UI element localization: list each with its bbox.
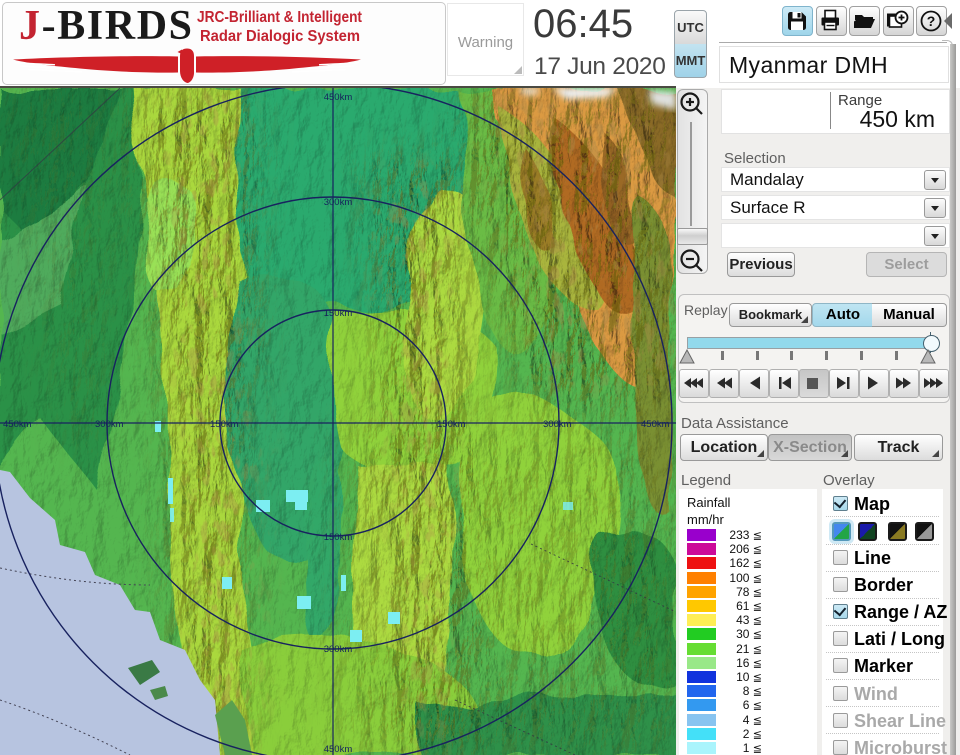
svg-text:300km: 300km — [324, 197, 353, 208]
svg-text:450km: 450km — [324, 744, 353, 755]
svg-text:Radar Dialogic System: Radar Dialogic System — [200, 28, 360, 45]
svg-text:JRC-Brilliant & Intelligent: JRC-Brilliant & Intelligent — [197, 9, 363, 26]
svg-text:300km: 300km — [324, 644, 353, 655]
svg-text:450km: 450km — [641, 419, 670, 430]
svg-text:450km: 450km — [3, 419, 32, 430]
svg-text:J-BIRDS: J-BIRDS — [19, 3, 192, 49]
svg-text:300km: 300km — [95, 419, 124, 430]
svg-text:450km: 450km — [324, 92, 353, 103]
svg-text:150km: 150km — [324, 532, 353, 543]
svg-text:300km: 300km — [543, 419, 572, 430]
svg-text:150km: 150km — [210, 419, 239, 430]
svg-text:150km: 150km — [324, 308, 353, 319]
svg-text:?: ? — [927, 13, 936, 29]
svg-text:150km: 150km — [437, 419, 466, 430]
